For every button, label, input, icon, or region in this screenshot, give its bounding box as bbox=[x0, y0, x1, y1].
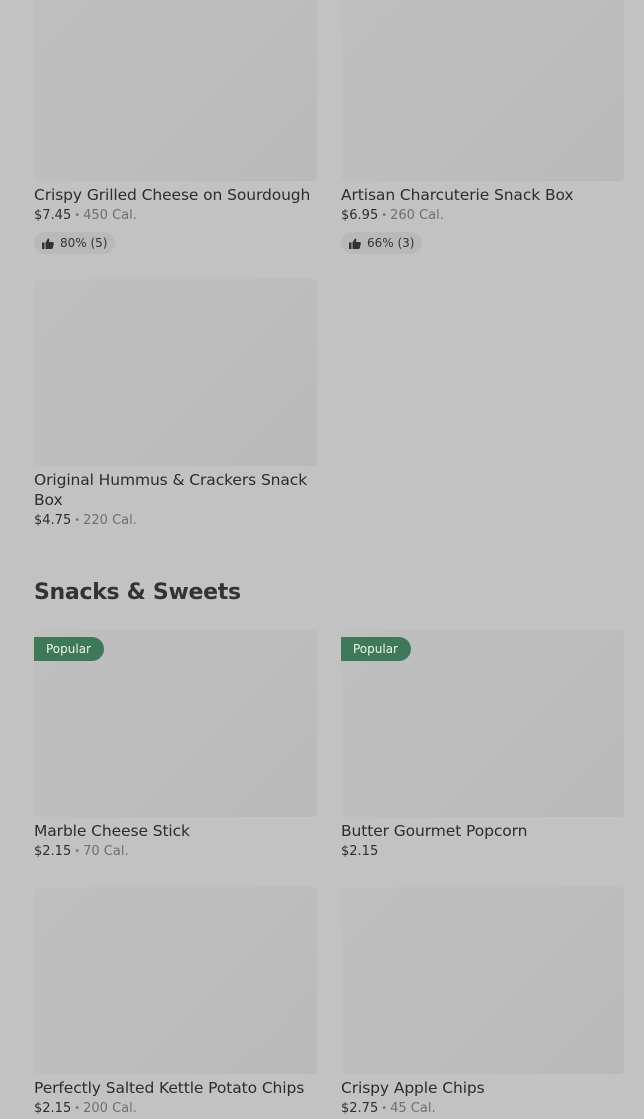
popular-badge: Popular bbox=[34, 637, 104, 661]
item-calories: 220 Cal. bbox=[83, 513, 137, 528]
menu-item-card[interactable]: Artisan Charcuterie Snack Box $6.95 • 260 … bbox=[341, 0, 624, 254]
item-image bbox=[341, 887, 624, 1074]
separator-dot: • bbox=[381, 1103, 388, 1114]
item-meta: $7.45 • 450 Cal. bbox=[34, 207, 317, 226]
separator-dot: • bbox=[74, 515, 81, 526]
menu-item-card[interactable]: Original Hummus & Crackers Snack Box $4.… bbox=[34, 279, 317, 531]
rating-text: 66% (3) bbox=[367, 236, 415, 250]
item-price: $6.95 bbox=[341, 208, 379, 223]
separator-dot: • bbox=[381, 210, 388, 221]
item-calories: 260 Cal. bbox=[390, 208, 444, 223]
item-price: $2.15 bbox=[34, 1101, 72, 1116]
separator-dot: • bbox=[74, 1103, 81, 1114]
item-name: Original Hummus & Crackers Snack Box bbox=[34, 471, 308, 509]
item-image bbox=[341, 0, 624, 181]
menu-item-card[interactable]: Crispy Apple Chips $2.75 • 45 Cal. bbox=[341, 887, 624, 1119]
item-meta: $6.95 • 260 Cal. bbox=[341, 207, 624, 226]
separator-dot: • bbox=[74, 210, 81, 221]
item-price: $2.15 bbox=[341, 844, 379, 859]
item-name: Perfectly Salted Kettle Potato Chips bbox=[34, 1079, 305, 1097]
item-name: Butter Gourmet Popcorn bbox=[341, 822, 528, 840]
thumbs-up-icon bbox=[349, 238, 361, 249]
thumbs-up-icon bbox=[42, 238, 54, 249]
item-name: Marble Cheese Stick bbox=[34, 822, 190, 840]
item-name: Artisan Charcuterie Snack Box bbox=[341, 186, 574, 204]
popular-badge: Popular bbox=[341, 637, 411, 661]
menu-item-card[interactable]: Popular Marble Cheese Stick $2.15 • 70 Cal… bbox=[34, 630, 317, 862]
section-title: Snacks & Sweets bbox=[34, 580, 241, 605]
item-meta: $2.75 • 45 Cal. bbox=[341, 1100, 624, 1119]
item-meta: $2.15 • 70 Cal. bbox=[34, 843, 317, 862]
item-image: Popular bbox=[34, 630, 317, 817]
item-name: Crispy Apple Chips bbox=[341, 1079, 485, 1097]
menu-item-card[interactable]: Crispy Grilled Cheese on Sourdough $7.45… bbox=[34, 0, 317, 254]
item-image: Popular bbox=[341, 630, 624, 817]
item-calories: 450 Cal. bbox=[83, 208, 137, 223]
rating-pill: 80% (5) bbox=[34, 232, 116, 254]
item-name: Crispy Grilled Cheese on Sourdough bbox=[34, 186, 311, 204]
item-meta: $2.15 • 200 Cal. bbox=[34, 1100, 317, 1119]
item-calories: 70 Cal. bbox=[83, 844, 129, 859]
item-calories: 200 Cal. bbox=[83, 1101, 137, 1116]
menu-item-card[interactable]: Perfectly Salted Kettle Potato Chips $2.… bbox=[34, 887, 317, 1119]
separator-dot: • bbox=[74, 846, 81, 857]
item-image bbox=[34, 0, 317, 181]
rating-text: 80% (5) bbox=[60, 236, 108, 250]
item-meta: $4.75 • 220 Cal. bbox=[34, 512, 317, 531]
rating-pill: 66% (3) bbox=[341, 232, 423, 254]
item-meta: $2.15 bbox=[341, 843, 624, 861]
item-calories: 45 Cal. bbox=[390, 1101, 436, 1116]
item-price: $7.45 bbox=[34, 208, 72, 223]
item-price: $2.15 bbox=[34, 844, 72, 859]
menu-item-card[interactable]: Popular Butter Gourmet Popcorn $2.15 bbox=[341, 630, 624, 861]
item-image bbox=[34, 279, 317, 466]
item-price: $4.75 bbox=[34, 513, 72, 528]
item-price: $2.75 bbox=[341, 1101, 379, 1116]
item-image bbox=[34, 887, 317, 1074]
